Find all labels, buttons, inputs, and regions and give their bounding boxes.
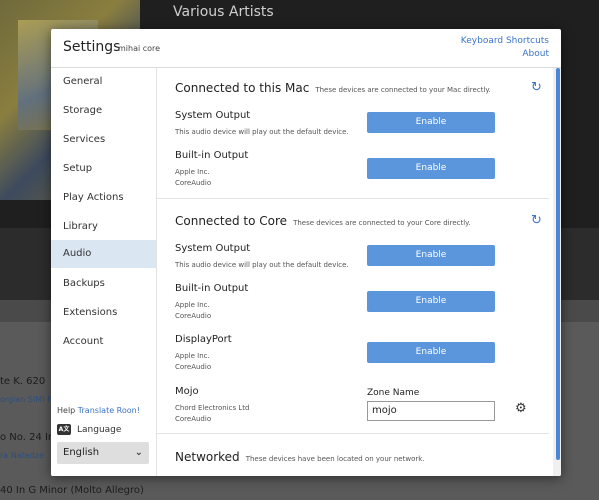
device-driver: CoreAudio bbox=[175, 312, 212, 320]
language-icon: A文 bbox=[57, 424, 71, 435]
sidebar-item-library[interactable]: Library bbox=[51, 213, 156, 241]
modal-title: Settings bbox=[63, 39, 121, 55]
keyboard-shortcuts-link[interactable]: Keyboard Shortcuts bbox=[461, 36, 549, 46]
settings-modal: Settings mihai core Keyboard Shortcuts A… bbox=[51, 29, 561, 476]
translate-link[interactable]: Translate Roon! bbox=[78, 406, 140, 415]
language-label: Language bbox=[77, 425, 122, 435]
gear-icon[interactable]: ⚙︎ bbox=[515, 401, 527, 416]
chevron-down-icon: ⌄ bbox=[134, 447, 143, 458]
sidebar-item-play-actions[interactable]: Play Actions bbox=[51, 184, 156, 212]
language-select[interactable]: English ⌄ bbox=[57, 442, 149, 464]
enable-button[interactable]: Enable bbox=[367, 245, 495, 266]
enable-button[interactable]: Enable bbox=[367, 342, 495, 363]
device-driver: CoreAudio bbox=[175, 179, 212, 187]
section-title-networked: Networked These devices have been located… bbox=[175, 450, 425, 464]
device-name: System Output bbox=[175, 243, 251, 254]
device-name: Built-in Output bbox=[175, 283, 249, 294]
track-subtitle: ra Natadze bbox=[0, 451, 44, 460]
refresh-icon[interactable]: ↻ bbox=[531, 80, 542, 95]
device-driver: CoreAudio bbox=[175, 363, 212, 371]
language-label-row: A文 Language bbox=[57, 424, 121, 435]
section-note: These devices are connected to your Core… bbox=[293, 219, 471, 227]
device-manufacturer: Apple Inc. bbox=[175, 168, 210, 176]
sidebar-item-general[interactable]: General bbox=[51, 68, 156, 96]
device-name: DisplayPort bbox=[175, 334, 232, 345]
device-name: Built-in Output bbox=[175, 150, 249, 161]
sidebar-item-audio[interactable]: Audio bbox=[51, 240, 156, 268]
refresh-icon[interactable]: ↻ bbox=[531, 213, 542, 228]
device-name: System Output bbox=[175, 110, 251, 121]
sidebar-item-backups[interactable]: Backups bbox=[51, 270, 156, 298]
track-title: te K. 620 bbox=[0, 376, 46, 387]
sidebar-item-services[interactable]: Services bbox=[51, 126, 156, 154]
settings-sidebar: General Storage Services Setup Play Acti… bbox=[51, 68, 157, 476]
audio-settings-content: Connected to this Mac These devices are c… bbox=[157, 68, 553, 476]
zone-name-label: Zone Name bbox=[367, 388, 420, 398]
sidebar-item-account[interactable]: Account bbox=[51, 328, 156, 356]
device-manufacturer: Apple Inc. bbox=[175, 352, 210, 360]
enable-button[interactable]: Enable bbox=[367, 112, 495, 133]
device-name: Mojo bbox=[175, 386, 199, 397]
device-driver: CoreAudio bbox=[175, 415, 212, 423]
help-text: Help Translate Roon! bbox=[57, 406, 140, 415]
track-title: 40 In G Minor (Molto Allegro) bbox=[0, 485, 144, 496]
device-manufacturer: Chord Electronics Ltd bbox=[175, 404, 250, 412]
language-value: English bbox=[63, 447, 100, 458]
enable-button[interactable]: Enable bbox=[367, 291, 495, 312]
track-title: o No. 24 In bbox=[0, 432, 55, 443]
section-title-mac: Connected to this Mac These devices are c… bbox=[175, 81, 491, 95]
sidebar-item-storage[interactable]: Storage bbox=[51, 97, 156, 125]
section-title-core: Connected to Core These devices are conne… bbox=[175, 214, 471, 228]
enable-button[interactable]: Enable bbox=[367, 158, 495, 179]
section-divider bbox=[157, 433, 549, 434]
sidebar-item-extensions[interactable]: Extensions bbox=[51, 299, 156, 327]
section-note: These devices have been located on your … bbox=[245, 455, 425, 463]
background-artist: Various Artists bbox=[173, 4, 274, 20]
modal-header: Settings mihai core Keyboard Shortcuts A… bbox=[51, 29, 561, 68]
device-manufacturer: Apple Inc. bbox=[175, 301, 210, 309]
about-link[interactable]: About bbox=[522, 49, 549, 59]
device-description: This audio device will play out the defa… bbox=[175, 128, 349, 136]
core-name: mihai core bbox=[118, 44, 161, 53]
device-description: This audio device will play out the defa… bbox=[175, 261, 349, 269]
section-divider bbox=[157, 198, 549, 199]
scrollbar-thumb[interactable] bbox=[556, 68, 560, 460]
zone-name-input[interactable]: mojo bbox=[367, 401, 495, 421]
sidebar-item-setup[interactable]: Setup bbox=[51, 155, 156, 183]
section-note: These devices are connected to your Mac … bbox=[315, 86, 491, 94]
